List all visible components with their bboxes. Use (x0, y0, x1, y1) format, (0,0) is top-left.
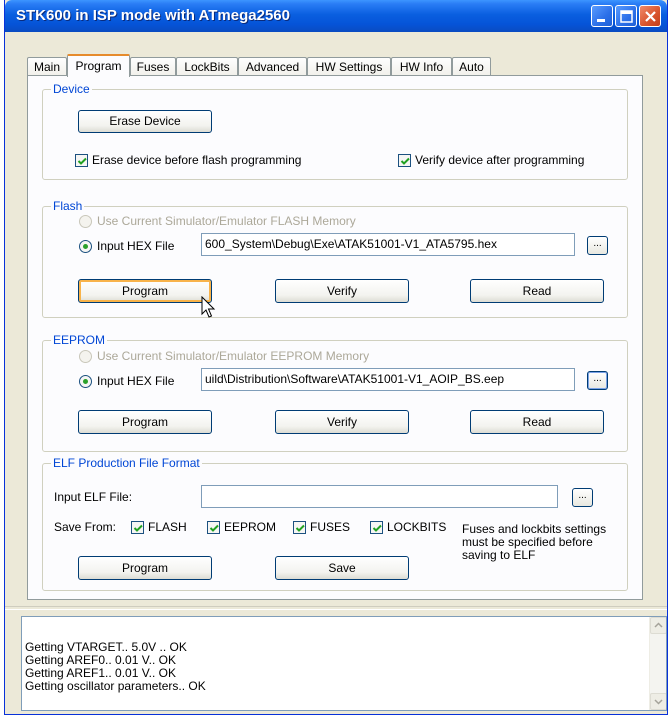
close-icon (645, 11, 656, 22)
flash-program-button[interactable]: Program (78, 279, 212, 303)
eeprom-input-hex-radio[interactable]: Input HEX File (79, 374, 174, 388)
flash-use-simulator-label: Use Current Simulator/Emulator FLASH Mem… (97, 214, 356, 228)
check-icon (209, 524, 219, 532)
eeprom-read-button[interactable]: Read (470, 410, 604, 434)
eeprom-use-simulator-label: Use Current Simulator/Emulator EEPROM Me… (97, 349, 370, 363)
flash-browse-button[interactable]: ... (587, 236, 608, 255)
erase-before-flash-checkbox[interactable]: Erase device before flash programming (75, 153, 301, 167)
scroll-down-button[interactable] (650, 693, 666, 710)
radio-dot (79, 214, 92, 228)
flash-group-legend: Flash (51, 199, 85, 213)
mouse-pointer-icon (201, 296, 216, 318)
log-line: Getting oscillator parameters.. OK (25, 679, 206, 693)
eeprom-verify-button[interactable]: Verify (275, 410, 409, 434)
elf-group: ELF Production File Format Input ELF Fil… (42, 456, 628, 591)
window-title: STK600 in ISP mode with ATmega2560 (16, 7, 290, 24)
elf-group-legend: ELF Production File Format (51, 456, 202, 470)
minimize-button[interactable] (591, 5, 613, 27)
scroll-down-icon (654, 699, 663, 705)
checkbox-box (398, 153, 411, 167)
device-group: Device Erase Device Erase device before … (42, 82, 628, 180)
save-fuses-checkbox[interactable]: FUSES (293, 520, 350, 534)
flash-verify-button[interactable]: Verify (275, 279, 409, 303)
eeprom-browse-button[interactable]: ... (587, 371, 608, 390)
tab-advanced[interactable]: Advanced (238, 57, 307, 76)
tab-hw-info[interactable]: HW Info (391, 57, 452, 76)
erase-before-flash-label: Erase device before flash programming (92, 153, 302, 167)
check-icon (400, 157, 410, 165)
minimize-icon (597, 19, 605, 22)
eeprom-group-legend: EEPROM (51, 333, 108, 347)
elf-file-field[interactable] (201, 485, 558, 508)
eeprom-hex-path-field[interactable]: uild\Distribution\Software\ATAK51001-V1_… (201, 368, 575, 391)
splitter[interactable] (5, 606, 667, 610)
program-tab-panel: Device Erase Device Erase device before … (27, 75, 643, 600)
save-flash-checkbox[interactable]: FLASH (131, 520, 187, 534)
log-output[interactable]: Getting VTARGET.. 5.0V .. OK Getting ARE… (21, 616, 667, 711)
erase-device-button[interactable]: Erase Device (78, 110, 212, 133)
eeprom-use-simulator-radio[interactable]: Use Current Simulator/Emulator EEPROM Me… (79, 349, 369, 363)
check-icon (133, 524, 143, 532)
elf-program-button[interactable]: Program (78, 556, 212, 580)
elf-note: Fuses and lockbits settings must be spec… (462, 522, 607, 562)
check-icon (295, 524, 305, 532)
check-icon (372, 524, 382, 532)
maximize-icon (620, 10, 633, 23)
elf-save-button[interactable]: Save (275, 556, 409, 580)
eeprom-group: EEPROM Use Current Simulator/Emulator EE… (42, 333, 628, 452)
input-elf-label: Input ELF File: (54, 490, 133, 504)
radio-dot (79, 374, 92, 388)
eeprom-program-button[interactable]: Program (78, 410, 212, 434)
check-icon (77, 157, 87, 165)
tab-program[interactable]: Program (67, 54, 130, 77)
save-eeprom-checkbox[interactable]: EEPROM (207, 520, 276, 534)
flash-use-simulator-radio[interactable]: Use Current Simulator/Emulator FLASH Mem… (79, 214, 356, 228)
tab-main[interactable]: Main (27, 57, 67, 76)
scroll-up-icon (654, 622, 663, 628)
elf-browse-button[interactable]: ... (572, 488, 593, 507)
save-lockbits-checkbox[interactable]: LOCKBITS (370, 520, 446, 534)
verify-after-programming-checkbox[interactable]: Verify device after programming (398, 153, 584, 167)
flash-hex-path-field[interactable]: 600_System\Debug\Exe\ATAK51001-V1_ATA579… (201, 233, 575, 256)
flash-group: Flash Use Current Simulator/Emulator FLA… (42, 199, 628, 318)
tab-fuses[interactable]: Fuses (130, 57, 176, 76)
scroll-up-button[interactable] (650, 617, 666, 634)
log-scrollbar[interactable] (649, 617, 666, 710)
save-from-label: Save From: (54, 520, 117, 534)
title-bar[interactable]: STK600 in ISP mode with ATmega2560 (5, 0, 667, 32)
eeprom-input-hex-label: Input HEX File (97, 374, 175, 388)
tab-hw-settings[interactable]: HW Settings (307, 57, 391, 76)
flash-input-hex-radio[interactable]: Input HEX File (79, 239, 174, 253)
verify-after-programming-label: Verify device after programming (415, 153, 585, 167)
save-eeprom-label: EEPROM (224, 520, 277, 534)
maximize-button[interactable] (615, 5, 637, 27)
save-fuses-label: FUSES (310, 520, 351, 534)
flash-input-hex-label: Input HEX File (97, 239, 175, 253)
flash-read-button[interactable]: Read (470, 279, 604, 303)
stk600-window: STK600 in ISP mode with ATmega2560 Main … (4, 0, 668, 715)
tab-auto[interactable]: Auto (452, 57, 491, 76)
close-button[interactable] (639, 5, 661, 27)
radio-dot (79, 239, 92, 253)
radio-dot (79, 349, 92, 363)
device-group-legend: Device (51, 82, 92, 96)
checkbox-box (75, 153, 88, 167)
save-lockbits-label: LOCKBITS (387, 520, 447, 534)
tab-lockbits[interactable]: LockBits (176, 57, 238, 76)
log-lines: Getting VTARGET.. 5.0V .. OK Getting ARE… (25, 641, 206, 693)
save-flash-label: FLASH (148, 520, 187, 534)
